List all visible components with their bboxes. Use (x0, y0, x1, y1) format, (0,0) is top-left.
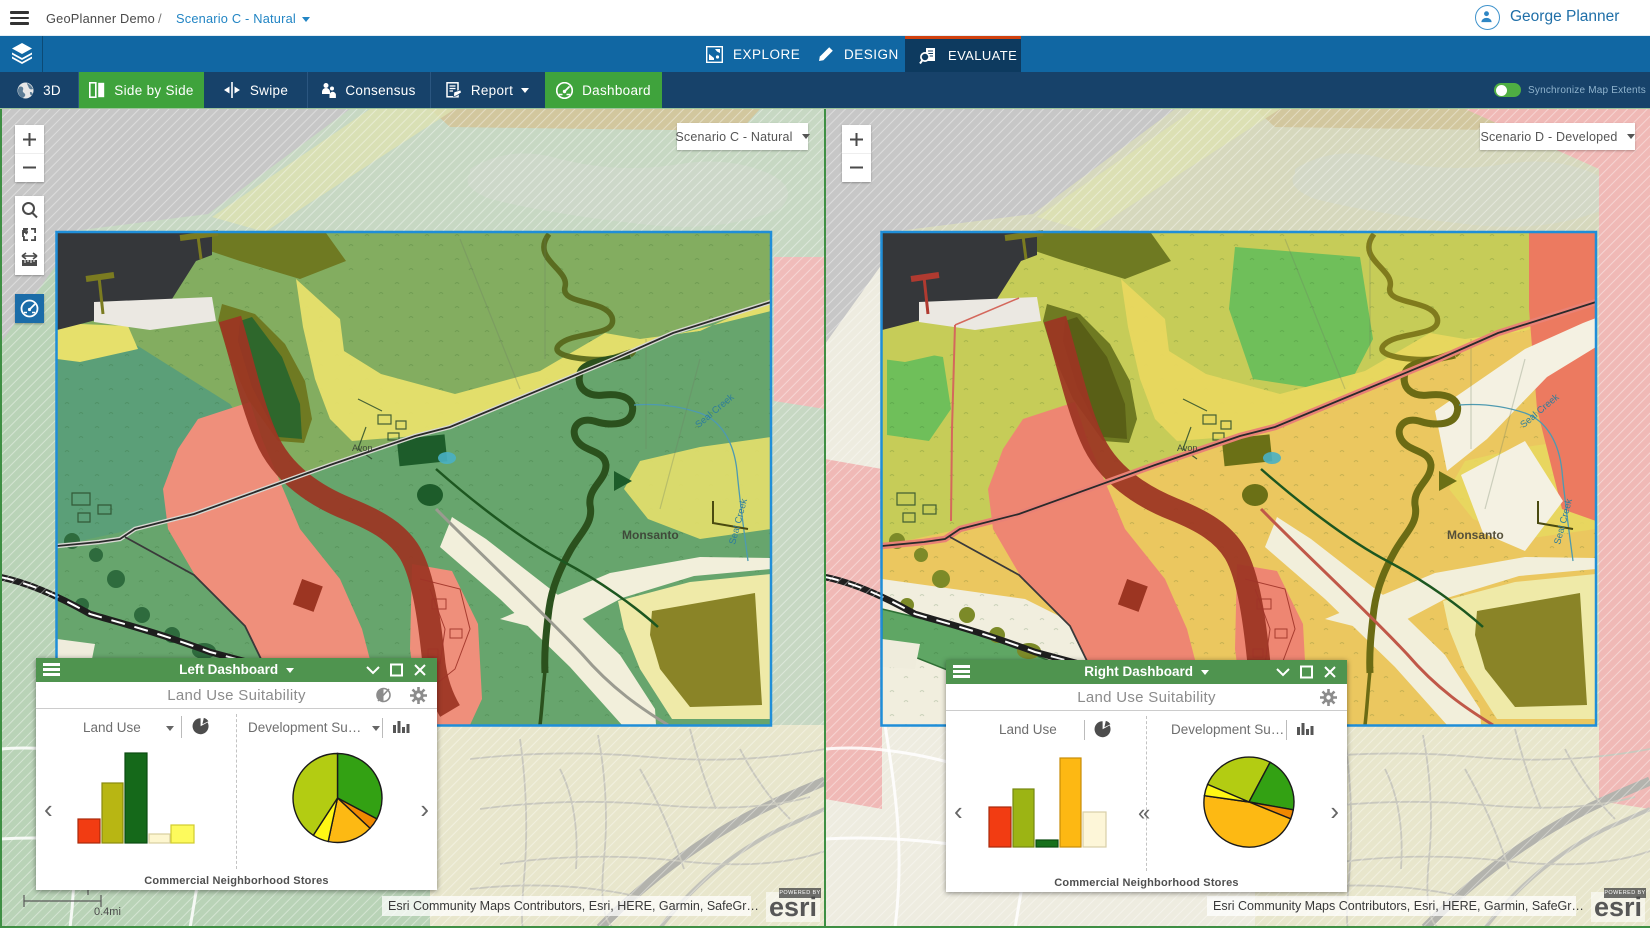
svg-text:0.4mi: 0.4mi (94, 906, 121, 918)
svg-text:Monsanto: Monsanto (1447, 528, 1504, 542)
svg-text:Avon: Avon (1177, 443, 1197, 453)
svg-text:Monsanto: Monsanto (622, 528, 679, 542)
svg-text:Avon: Avon (352, 443, 372, 453)
